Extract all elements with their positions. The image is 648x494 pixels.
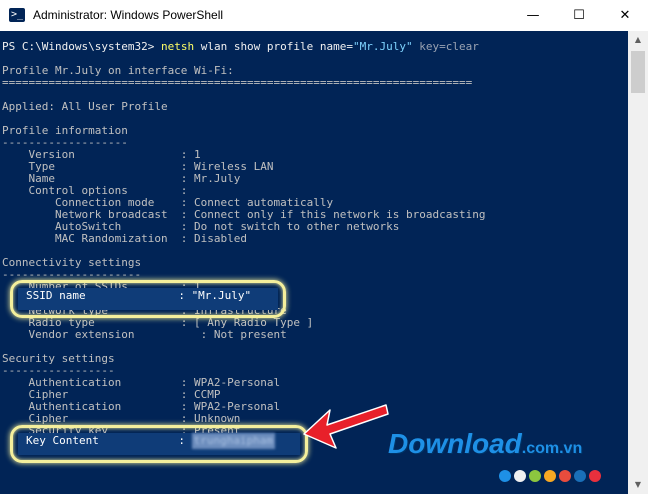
- key-content-value: trunghaipham: [191, 433, 276, 449]
- command-arg-tail: key=clear: [419, 40, 479, 53]
- scrollbar-thumb[interactable]: [631, 51, 645, 93]
- close-button[interactable]: ✕: [602, 0, 648, 31]
- key-content-highlight: Key Content : trunghaipham: [10, 425, 308, 463]
- color-dot: [574, 470, 586, 482]
- red-arrow-icon: [303, 404, 389, 449]
- ssid-highlight: SSID name : "Mr.July": [10, 280, 286, 318]
- color-dot: [559, 470, 571, 482]
- vertical-scrollbar[interactable]: ▲ ▼: [628, 31, 648, 494]
- watermark-dots: [499, 467, 604, 482]
- maximize-button[interactable]: ☐: [556, 0, 602, 31]
- watermark-logo: Download.com.vn: [388, 428, 583, 459]
- color-dot: [514, 470, 526, 482]
- output-line: ========================================…: [2, 76, 473, 89]
- minimize-button[interactable]: —: [510, 0, 556, 31]
- scroll-up-icon[interactable]: ▲: [628, 31, 648, 49]
- output-line: Vendor extension : Not present: [2, 328, 287, 341]
- window-title: Administrator: Windows PowerShell: [33, 8, 224, 22]
- command-args: wlan show profile name=: [200, 40, 354, 53]
- output-line: MAC Randomization : Disabled: [2, 232, 248, 245]
- color-dot: [529, 470, 541, 482]
- command-name: netsh: [160, 40, 195, 53]
- prompt: PS C:\Windows\system32>: [2, 40, 155, 53]
- title-bar: >_ Administrator: Windows PowerShell — ☐…: [0, 0, 648, 31]
- color-dot: [589, 470, 601, 482]
- key-content-label: Key Content :: [26, 434, 192, 447]
- output-line: Applied: All User Profile: [2, 100, 168, 113]
- command-line: PS C:\Windows\system32> netsh wlan show …: [2, 41, 479, 53]
- powershell-icon: >_: [9, 8, 25, 22]
- key-content-row: Key Content : trunghaipham: [18, 433, 300, 455]
- ssid-row: SSID name : "Mr.July": [18, 288, 278, 310]
- color-dot: [544, 470, 556, 482]
- color-dot: [499, 470, 511, 482]
- command-arg-value: "Mr.July": [353, 40, 413, 53]
- scroll-down-icon[interactable]: ▼: [628, 476, 648, 494]
